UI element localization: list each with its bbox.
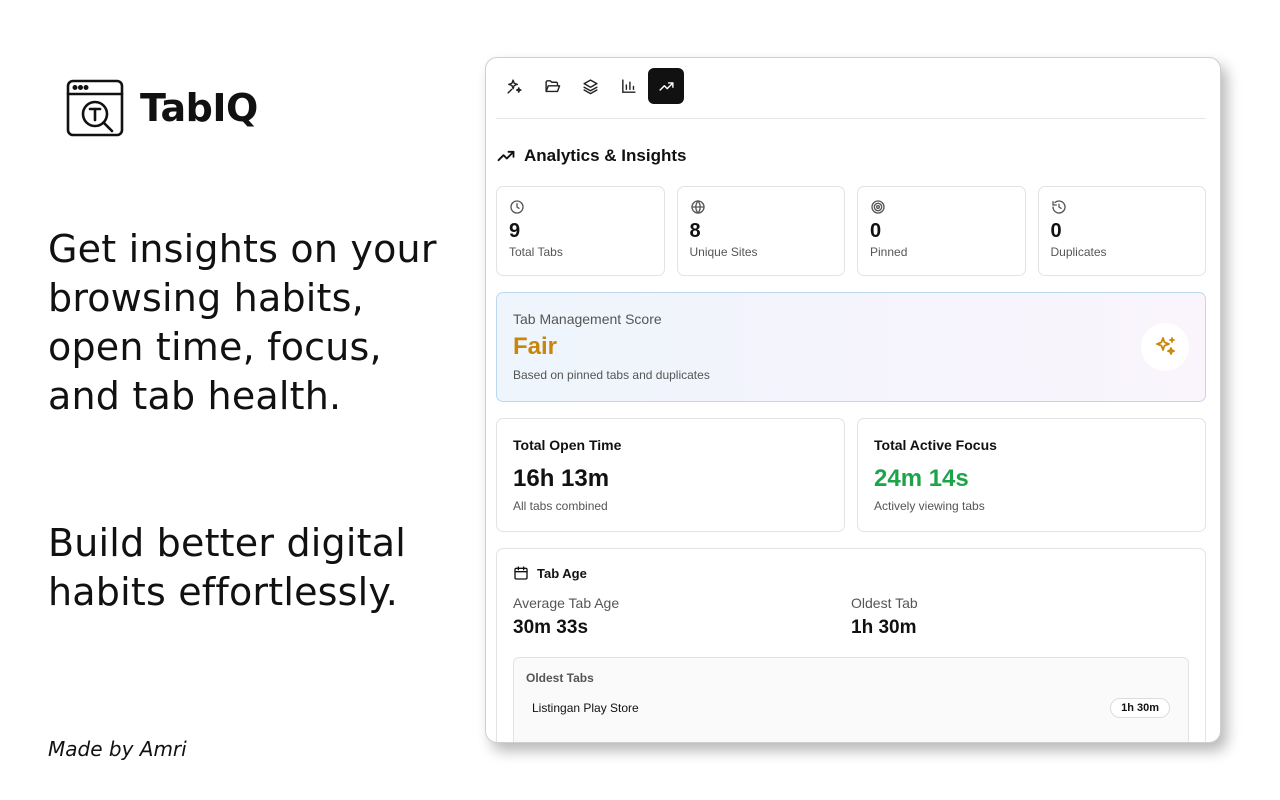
history-icon bbox=[1051, 200, 1066, 214]
stat-card-duplicates: 0 Duplicates bbox=[1037, 186, 1206, 276]
tool-button-ai[interactable] bbox=[496, 68, 532, 104]
stat-label: Duplicates bbox=[1050, 245, 1107, 259]
tool-button-layers[interactable] bbox=[572, 68, 608, 104]
tool-button-analytics[interactable] bbox=[648, 68, 684, 104]
active-focus-title: Total Active Focus bbox=[874, 437, 997, 453]
oldest-tab-label: Oldest Tab bbox=[851, 595, 918, 611]
stat-label: Pinned bbox=[870, 245, 908, 259]
clock-icon bbox=[510, 200, 524, 214]
average-tab-age-value: 30m 33s bbox=[513, 617, 589, 638]
average-tab-age-label: Average Tab Age bbox=[513, 595, 620, 611]
trending-up-icon bbox=[497, 150, 515, 162]
tab-management-score-card: Tab Management Score Fair Based on pinne… bbox=[496, 292, 1206, 402]
stat-card-total-tabs: 9 Total Tabs bbox=[496, 186, 665, 276]
score-badge bbox=[1141, 323, 1189, 371]
total-active-focus-card: Total Active Focus 24m 14s Actively view… bbox=[857, 418, 1206, 532]
tab-age-card: Tab Age Average Tab Age 30m 33s Oldest T… bbox=[496, 548, 1206, 742]
stat-card-pinned: 0 Pinned bbox=[857, 186, 1026, 276]
tab-age-header: Tab Age bbox=[513, 565, 1189, 581]
bar-chart-icon bbox=[621, 78, 636, 93]
stat-value: 0 bbox=[870, 220, 882, 242]
open-time-subtitle: All tabs combined bbox=[513, 499, 608, 513]
analytics-title: Analytics & Insights bbox=[524, 146, 687, 165]
active-focus-value: 24m 14s bbox=[874, 465, 969, 492]
stats-row: 9 Total Tabs 8 Unique Sites 0 Pinned 0 D… bbox=[496, 186, 1206, 276]
tab-age-grid: Average Tab Age 30m 33s Oldest Tab 1h 30… bbox=[513, 595, 1189, 639]
list-item[interactable]: Listingan Play Store 1h 30m bbox=[526, 698, 1176, 718]
layers-icon bbox=[582, 78, 598, 94]
trending-up-icon bbox=[658, 81, 674, 91]
brand: TabIQ bbox=[66, 79, 258, 137]
tab-age-title: Tab Age bbox=[537, 565, 587, 581]
oldest-tab-name: Listingan Play Store bbox=[532, 701, 639, 715]
oldest-tab-value: 1h 30m bbox=[851, 617, 917, 638]
tool-button-groups[interactable] bbox=[534, 68, 570, 104]
stat-value: 9 bbox=[509, 220, 521, 242]
stat-label: Unique Sites bbox=[689, 245, 758, 259]
brand-name: TabIQ bbox=[140, 86, 258, 130]
open-time-title: Total Open Time bbox=[513, 437, 622, 453]
toolbar bbox=[496, 68, 1206, 119]
tagline-secondary: Build better digital habits effortlessly… bbox=[48, 521, 406, 614]
tool-button-stats[interactable] bbox=[610, 68, 646, 104]
score-value: Fair bbox=[513, 333, 558, 360]
average-tab-age: Average Tab Age 30m 33s bbox=[513, 595, 851, 639]
sparkles-icon bbox=[1156, 337, 1175, 355]
extension-window: Analytics & Insights 9 Total Tabs 8 Uniq… bbox=[485, 57, 1221, 743]
total-open-time-card: Total Open Time 16h 13m All tabs combine… bbox=[496, 418, 845, 532]
globe-icon bbox=[690, 199, 705, 215]
browser-search-icon bbox=[66, 79, 124, 137]
score-title: Tab Management Score bbox=[513, 311, 662, 327]
sparkles-icon bbox=[506, 78, 522, 94]
active-focus-subtitle: Actively viewing tabs bbox=[874, 499, 985, 513]
tagline-primary: Get insights on your browsing habits, op… bbox=[48, 227, 437, 418]
oldest-tabs-list: Oldest Tabs Listingan Play Store 1h 30m bbox=[513, 657, 1189, 742]
time-cards-row: Total Open Time 16h 13m All tabs combine… bbox=[496, 418, 1206, 532]
oldest-tab: Oldest Tab 1h 30m bbox=[851, 595, 1189, 639]
oldest-tabs-title: Oldest Tabs bbox=[526, 671, 594, 685]
stat-card-unique-sites: 8 Unique Sites bbox=[676, 186, 845, 276]
calendar-icon bbox=[514, 566, 528, 580]
stat-value: 8 bbox=[689, 220, 701, 242]
folder-open-icon bbox=[544, 79, 560, 92]
analytics-header: Analytics & Insights bbox=[496, 146, 686, 166]
target-icon bbox=[871, 200, 885, 214]
made-by-credit: Made by Amri bbox=[48, 737, 187, 761]
oldest-tab-age-badge: 1h 30m bbox=[1110, 698, 1170, 718]
open-time-value: 16h 13m bbox=[513, 465, 610, 492]
score-subtitle: Based on pinned tabs and duplicates bbox=[513, 368, 710, 382]
stat-value: 0 bbox=[1050, 220, 1062, 242]
stat-label: Total Tabs bbox=[509, 245, 563, 259]
